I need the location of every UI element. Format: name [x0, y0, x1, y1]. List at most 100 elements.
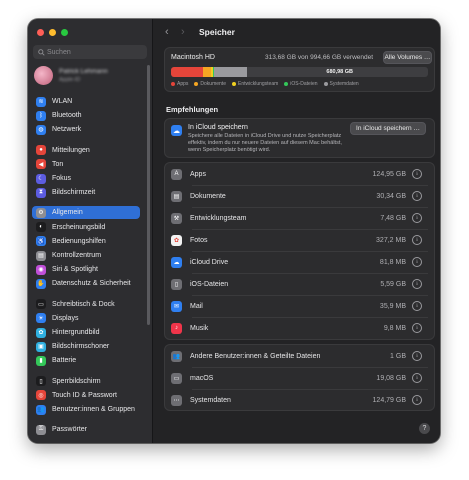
- sidebar-item-siri-spotlight[interactable]: ◉ Siri & Spotlight: [32, 263, 140, 276]
- sidebar-item-datenschutz-sicherheit[interactable]: ✋ Datenschutz & Sicherheit: [32, 277, 140, 290]
- sidebar-scrollbar[interactable]: [147, 65, 150, 325]
- sidebar-item-mitteilungen[interactable]: ● Mitteilungen: [32, 144, 140, 157]
- sidebar-item-label: Mitteilungen: [52, 146, 90, 154]
- sidebar-item-sperrbildschirm[interactable]: ▯ Sperrbildschirm: [32, 375, 140, 388]
- storage-row-size: 5,59 GB: [380, 280, 406, 288]
- sidebar-item-displays[interactable]: ☀ Displays: [32, 312, 140, 325]
- sidebar-item-batterie[interactable]: ▮ Batterie: [32, 354, 140, 367]
- legend-item: iOS-Dateien: [284, 81, 318, 87]
- storage-row-mail[interactable]: ✉ Mail 35,9 MB i: [165, 295, 428, 317]
- sidebar-item-allgemein[interactable]: ⚙ Allgemein: [32, 206, 140, 220]
- sidebar-item-hintergrundbild[interactable]: ✿ Hintergrundbild: [32, 326, 140, 339]
- legend-dot: [231, 82, 236, 86]
- sidebar-item-label: Ton: [52, 160, 64, 168]
- recommendation-title: In iCloud speichern: [188, 124, 248, 131]
- minimize-button[interactable]: [49, 29, 56, 36]
- sidebar-item-label: Fokus: [52, 175, 72, 182]
- sidebar-item-schreibtisch-dock[interactable]: ▭ Schreibtisch & Dock: [32, 298, 140, 311]
- sidebar-item-bildschirmschoner[interactable]: ▣ Bildschirmschoner: [32, 340, 140, 353]
- storage-row-icloud-drive[interactable]: ☁ iCloud Drive 81,8 MB i: [165, 251, 428, 273]
- legend-label: Systemdaten: [329, 81, 359, 87]
- sidebar-item-erscheinungsbild[interactable]: ◐ Erscheinungsbild: [32, 221, 140, 234]
- storage-row-entwicklungsteam[interactable]: ⚒ Entwicklungsteam 7,48 GB i: [165, 207, 428, 229]
- storage-row-ios-dateien[interactable]: ▯ iOS-Dateien 5,59 GB i: [165, 273, 428, 295]
- lock-screen-icon: ▯: [36, 376, 46, 387]
- back-chevron-icon[interactable]: ‹: [165, 26, 169, 38]
- icloud-icon: ☁: [171, 125, 182, 136]
- info-icon[interactable]: i: [412, 257, 422, 267]
- info-icon[interactable]: i: [412, 213, 422, 223]
- storage-row-size: 1 GB: [390, 352, 406, 360]
- storage-row-label: Musik: [190, 324, 209, 332]
- screensaver-icon: ▣: [36, 341, 46, 352]
- sidebar-item-label: Bedienungshilfen: [52, 237, 106, 245]
- legend-item: Entwicklungsteam: [231, 81, 279, 87]
- sidebar-item-label: Bildschirmschoner: [52, 343, 110, 351]
- sidebar-item-fokus[interactable]: ☾ Fokus: [32, 172, 140, 185]
- storage-row-label: Dokumente: [190, 192, 226, 200]
- storage-row-dokumente[interactable]: ▤ Dokumente 30,34 GB i: [165, 185, 428, 207]
- storage-row-andere-benutzer-innen-geteilte-dateien[interactable]: 👥 Andere Benutzer:innen & Geteilte Dateie…: [165, 345, 428, 367]
- apple-id-profile[interactable]: Patrick Lehmann Apple-ID: [34, 66, 108, 85]
- forward-chevron-icon[interactable]: ›: [181, 26, 185, 38]
- sidebar-item-kontrollzentrum[interactable]: ▤ Kontrollzentrum: [32, 249, 140, 262]
- legend-dot: [284, 82, 289, 86]
- sidebar-item-label: Bildschirmzeit: [52, 189, 96, 197]
- sidebar-item-passwörter[interactable]: ⚿ Passwörter: [32, 423, 140, 436]
- help-button[interactable]: ?: [419, 423, 430, 434]
- sidebar-item-bluetooth[interactable]: ᛒ Bluetooth: [32, 109, 140, 122]
- legend-dot: [171, 82, 175, 86]
- info-icon[interactable]: i: [412, 169, 422, 179]
- avatar: [34, 66, 53, 85]
- search-field[interactable]: Suchen: [33, 45, 147, 59]
- info-icon[interactable]: i: [412, 395, 422, 405]
- sidebar-item-benutzer-innen-gruppen[interactable]: 👥 Benutzer:innen & Gruppen: [32, 403, 140, 416]
- info-icon[interactable]: i: [412, 191, 422, 201]
- info-icon[interactable]: i: [412, 301, 422, 311]
- storage-row-macos[interactable]: ▭ macOS 19,08 GB i: [165, 367, 428, 389]
- zoom-button[interactable]: [61, 29, 68, 36]
- info-icon[interactable]: i: [412, 373, 422, 383]
- sidebar-item-touch-id-passwort[interactable]: ◎ Touch ID & Passwort: [32, 389, 140, 402]
- all-volumes-button[interactable]: Alle Volumes …: [383, 51, 432, 64]
- dock-icon: ▭: [36, 299, 46, 310]
- storage-row-label: Apps: [190, 170, 206, 178]
- storage-row-label: iCloud Drive: [190, 258, 229, 266]
- recommendation-description: Speichere alle Dateien in iCloud Drive u…: [188, 133, 342, 153]
- sidebar-item-netzwerk[interactable]: ◍ Netzwerk: [32, 123, 140, 136]
- sidebar-item-bedienungshilfen[interactable]: ♿ Bedienungshilfen: [32, 235, 140, 248]
- storage-row-fotos[interactable]: ✿ Fotos 327,2 MB i: [165, 229, 428, 251]
- legend-label: Entwicklungsteam: [237, 81, 279, 87]
- info-icon[interactable]: i: [412, 323, 422, 333]
- info-icon[interactable]: i: [412, 279, 422, 289]
- mail-icon: ✉: [171, 300, 182, 312]
- storage-segment-dokumente: [203, 67, 212, 77]
- store-in-icloud-button[interactable]: In iCloud speichern …: [350, 122, 426, 135]
- legend-item: Apps: [171, 81, 188, 87]
- storage-row-musik[interactable]: ♪ Musik 9,8 MB i: [165, 317, 428, 339]
- title-bar: ‹ › Speicher: [153, 19, 440, 45]
- storage-row-label: Systemdaten: [190, 396, 231, 404]
- storage-segment-systemdaten: [214, 67, 247, 77]
- close-button[interactable]: [37, 29, 44, 36]
- sidebar-item-label: Benutzer:innen & Gruppen: [52, 406, 135, 413]
- bluetooth-icon: ᛒ: [36, 110, 46, 121]
- disk-usage-card: Macintosh HD 313,68 GB von 994,66 GB ver…: [164, 47, 435, 92]
- sidebar: Suchen Patrick Lehmann Apple-ID ≋ WLAN ᛒ Bl…: [28, 19, 153, 443]
- storage-row-systemdaten[interactable]: ⋯ Systemdaten 124,79 GB i: [165, 389, 428, 411]
- legend-label: iOS-Dateien: [290, 81, 318, 87]
- info-icon[interactable]: i: [412, 351, 422, 361]
- sidebar-item-label: Allgemein: [52, 209, 83, 217]
- sidebar-item-bildschirmzeit[interactable]: ⧗ Bildschirmzeit: [32, 186, 140, 199]
- sidebar-item-label: Batterie: [52, 357, 77, 365]
- profile-name: Patrick Lehmann: [59, 68, 108, 75]
- sidebar-item-ton[interactable]: ◀ Ton: [32, 158, 140, 171]
- window-controls: [37, 29, 68, 36]
- storage-row-label: Mail: [190, 302, 203, 310]
- info-icon[interactable]: i: [412, 235, 422, 245]
- sidebar-item-wlan[interactable]: ≋ WLAN: [32, 95, 140, 108]
- sidebar-item-label: Siri & Spotlight: [52, 266, 98, 274]
- recommendations-heading: Empfehlungen: [166, 105, 219, 114]
- free-space-label: 680,98 GB: [326, 68, 353, 75]
- storage-row-apps[interactable]: A Apps 124,95 GB i: [165, 163, 428, 185]
